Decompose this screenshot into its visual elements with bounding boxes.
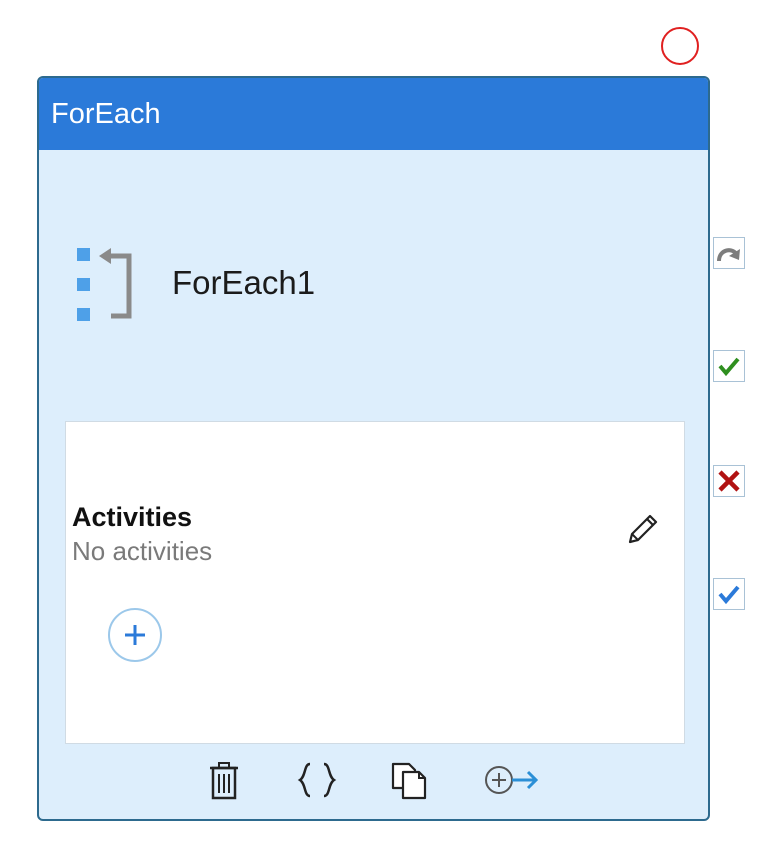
success-check-icon	[718, 357, 740, 377]
failure-handle[interactable]	[713, 465, 745, 497]
activities-container: Activities No activities	[65, 421, 685, 744]
edit-activities-button[interactable]	[622, 510, 662, 550]
completion-handle[interactable]	[713, 578, 745, 610]
add-output-button[interactable]	[482, 758, 542, 802]
canvas: ForEach ForEach1 Activities No activitie…	[0, 0, 765, 861]
failure-x-icon	[718, 470, 740, 492]
skip-icon	[717, 248, 740, 262]
copy-button[interactable]	[387, 758, 431, 802]
card-header: ForEach	[39, 78, 708, 150]
trash-icon	[210, 762, 238, 800]
status-circle-icon	[661, 27, 699, 65]
code-braces-icon	[297, 762, 337, 798]
add-output-icon	[485, 766, 539, 794]
foreach-activity-card[interactable]: ForEach ForEach1 Activities No activitie…	[37, 76, 710, 821]
activities-title: Activities	[72, 502, 193, 532]
copy-icon	[391, 762, 427, 800]
delete-button[interactable]	[202, 758, 246, 802]
activities-status: No activities	[72, 536, 213, 566]
pencil-icon	[628, 514, 658, 544]
foreach-icon	[77, 248, 132, 321]
code-button[interactable]	[295, 758, 339, 802]
plus-icon	[125, 625, 145, 645]
completion-check-icon	[718, 585, 740, 605]
skip-handle[interactable]	[713, 237, 745, 269]
activity-name[interactable]: ForEach1	[172, 263, 315, 303]
activity-type-title: ForEach	[51, 98, 161, 130]
success-handle[interactable]	[713, 350, 745, 382]
add-activity-button[interactable]	[108, 608, 162, 662]
